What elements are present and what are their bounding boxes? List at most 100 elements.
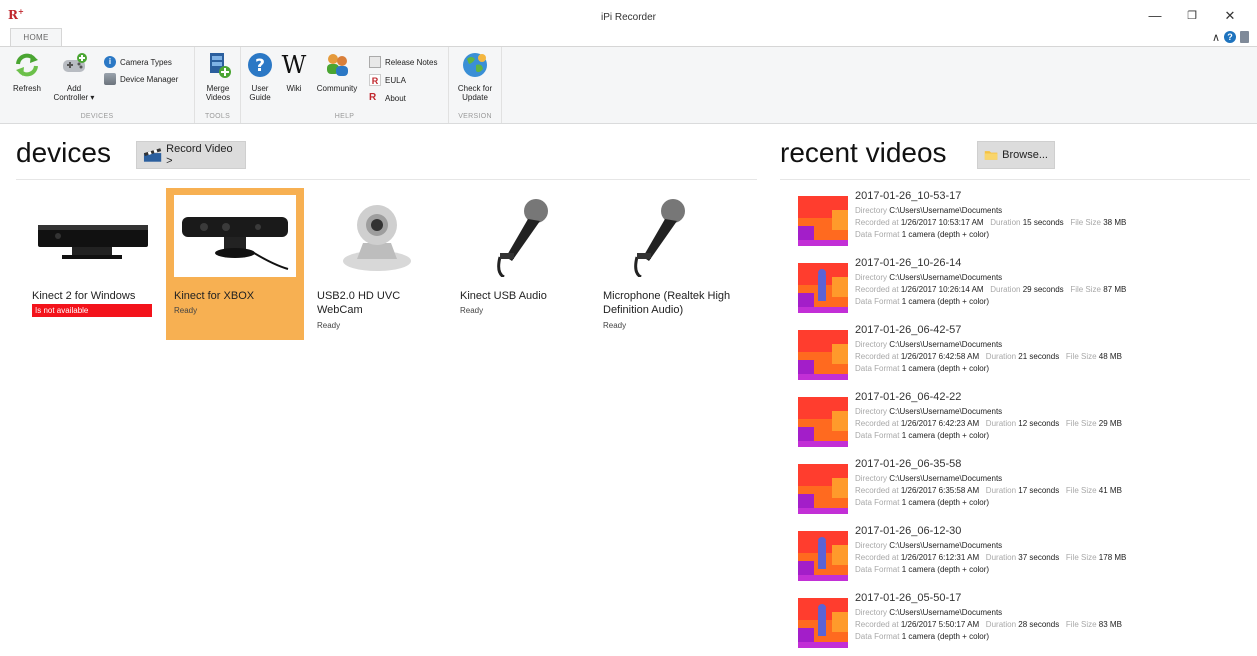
check-update-button[interactable]: Check for Update [452, 51, 498, 102]
video-item[interactable]: 2017-01-26_06-12-30 Directory C:\Users\Us… [798, 525, 1218, 589]
folder-icon [984, 151, 998, 160]
window-title: iPi Recorder [600, 12, 657, 23]
wiki-button[interactable]: W Wiki [279, 51, 309, 93]
video-item[interactable]: 2017-01-26_10-26-14 Directory C:\Users\Us… [798, 257, 1218, 321]
device-name: USB2.0 HD UVC WebCam [317, 290, 401, 316]
ribbon-controls: ∧ ? [1212, 30, 1249, 44]
device-tile-microphone[interactable]: Microphone (Realtek High Definition Audi… [595, 188, 733, 340]
video-directory: Directory C:\Users\Username\Documents [855, 608, 1003, 617]
video-format: Data Format 1 camera (depth + color) [855, 431, 990, 440]
device-tile-webcam[interactable]: USB2.0 HD UVC WebCam Ready [309, 188, 447, 340]
device-manager-button[interactable]: Device Manager [104, 73, 178, 85]
wikipedia-icon: W [282, 51, 307, 79]
add-controller-button[interactable]: Add Controller ▾ [48, 51, 100, 102]
release-notes-button[interactable]: Release Notes [369, 56, 437, 68]
help-icon[interactable]: ? [1224, 31, 1236, 43]
video-item[interactable]: 2017-01-26_10-53-17 Directory C:\Users\Us… [798, 190, 1218, 254]
video-title: 2017-01-26_06-42-22 [855, 391, 962, 403]
video-directory: Directory C:\Users\Username\Documents [855, 474, 1003, 483]
video-title: 2017-01-26_06-35-58 [855, 458, 962, 470]
merge-videos-icon [210, 53, 231, 78]
video-format: Data Format 1 camera (depth + color) [855, 297, 990, 306]
kinect-xbox-sensor-icon [174, 195, 296, 277]
ribbon-group-help: ? User Guide W Wiki Community Release No… [241, 47, 449, 123]
maximize-button[interactable]: ❐ [1177, 6, 1207, 26]
notes-icon [369, 56, 381, 68]
ribbon-group-tools: Merge Videos TOOLS [195, 47, 241, 123]
video-title: 2017-01-26_10-26-14 [855, 257, 962, 269]
video-recorded: Recorded at 1/26/2017 6:35:58 AM Duratio… [855, 486, 1122, 495]
eula-icon: R [369, 74, 381, 86]
video-item[interactable]: 2017-01-26_05-50-17 Directory C:\Users\Us… [798, 592, 1218, 656]
ribbon-group-version: Check for Update VERSION [449, 47, 502, 123]
video-format: Data Format 1 camera (depth + color) [855, 498, 990, 507]
refresh-button[interactable]: Refresh [8, 51, 46, 93]
ribbon-group-devices: Refresh Add Controller ▾ i Camera Types … [0, 47, 195, 123]
collapse-ribbon-icon[interactable]: ∧ [1212, 31, 1220, 44]
device-name: Kinect 2 for Windows [32, 290, 136, 302]
video-title: 2017-01-26_06-12-30 [855, 525, 962, 537]
device-name: Kinect for XBOX [174, 290, 255, 302]
device-status: Ready [603, 321, 627, 330]
group-label-version: VERSION [458, 113, 492, 120]
question-icon: ? [248, 53, 272, 77]
about-icon: R [369, 92, 377, 103]
video-thumbnail [798, 263, 848, 313]
kinect2-sensor-icon [38, 225, 148, 259]
ribbon: Refresh Add Controller ▾ i Camera Types … [0, 46, 1257, 124]
about-button[interactable]: R About [369, 92, 406, 104]
device-status: Ready [460, 306, 484, 315]
record-video-button[interactable]: Record Video > [136, 141, 246, 169]
user-guide-button[interactable]: ? User Guide [245, 51, 275, 102]
merge-videos-button[interactable]: Merge Videos [199, 51, 237, 102]
close-button[interactable]: ✕ [1215, 6, 1245, 26]
video-title: 2017-01-26_06-42-57 [855, 324, 962, 336]
group-label-tools: TOOLS [204, 113, 231, 120]
video-format: Data Format 1 camera (depth + color) [855, 565, 990, 574]
device-name: Kinect USB Audio [460, 290, 547, 302]
recent-divider [780, 179, 1250, 180]
video-thumbnail [798, 464, 848, 514]
device-tile-kinect-xbox[interactable]: Kinect for XBOX Ready [166, 188, 304, 340]
video-recorded: Recorded at 1/26/2017 5:50:17 AM Duratio… [855, 620, 1122, 629]
devices-divider [16, 179, 757, 180]
device-tile-kinect-audio[interactable]: Kinect USB Audio Ready [452, 188, 590, 340]
video-recorded: Recorded at 1/26/2017 6:42:23 AM Duratio… [855, 419, 1122, 428]
svg-text:?: ? [255, 56, 265, 76]
community-icon [327, 54, 348, 76]
minimize-button[interactable]: — [1140, 6, 1170, 26]
video-recorded: Recorded at 1/26/2017 6:12:31 AM Duratio… [855, 553, 1127, 562]
eula-button[interactable]: R EULA [369, 74, 406, 86]
community-button[interactable]: Community [311, 51, 363, 93]
video-format: Data Format 1 camera (depth + color) [855, 364, 990, 373]
video-directory: Directory C:\Users\Username\Documents [855, 407, 1003, 416]
video-directory: Directory C:\Users\Username\Documents [855, 541, 1003, 550]
camera-types-button[interactable]: i Camera Types [104, 56, 172, 68]
info-icon: i [104, 56, 116, 68]
browse-button[interactable]: Browse... [977, 141, 1055, 169]
devices-heading: devices [16, 137, 111, 168]
microphone-icon [634, 199, 685, 277]
group-label-help: HELP [334, 113, 355, 120]
video-item[interactable]: 2017-01-26_06-42-22 Directory C:\Users\Us… [798, 391, 1218, 455]
group-label-devices: DEVICES [80, 113, 114, 120]
video-thumbnail [798, 330, 848, 380]
video-format: Data Format 1 camera (depth + color) [855, 230, 990, 239]
video-directory: Directory C:\Users\Username\Documents [855, 273, 1003, 282]
video-title: 2017-01-26_10-53-17 [855, 190, 962, 202]
svg-text:W: W [282, 51, 307, 79]
video-thumbnail [798, 598, 848, 648]
video-title: 2017-01-26_05-50-17 [855, 592, 962, 604]
tab-home[interactable]: HOME [10, 28, 62, 46]
video-thumbnail [798, 397, 848, 447]
recent-videos-heading: recent videos [780, 137, 947, 168]
video-item[interactable]: 2017-01-26_06-42-57 Directory C:\Users\Us… [798, 324, 1218, 388]
device-name: Microphone (Realtek High Definition Audi… [603, 290, 731, 316]
video-thumbnail [798, 531, 848, 581]
video-recorded: Recorded at 1/26/2017 10:26:14 AM Durati… [855, 285, 1127, 294]
video-directory: Directory C:\Users\Username\Documents [855, 340, 1003, 349]
video-item[interactable]: 2017-01-26_06-35-58 Directory C:\Users\Us… [798, 458, 1218, 522]
document-icon[interactable] [1240, 31, 1249, 43]
device-tile-kinect2[interactable]: Kinect 2 for Windows Is not available [24, 188, 162, 340]
video-recorded: Recorded at 1/26/2017 10:53:17 AM Durati… [855, 218, 1127, 227]
